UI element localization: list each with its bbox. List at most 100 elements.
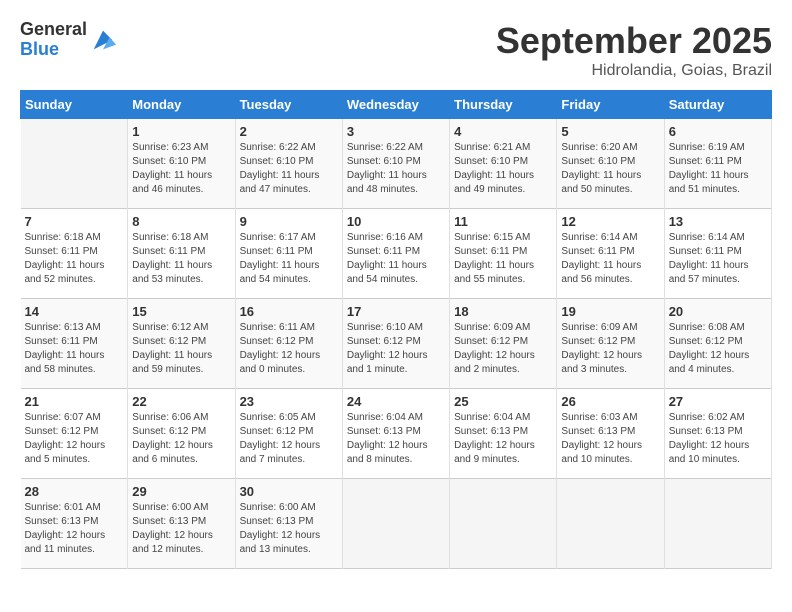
day-number: 7 — [25, 214, 124, 229]
day-number: 25 — [454, 394, 552, 409]
calendar-table: SundayMondayTuesdayWednesdayThursdayFrid… — [20, 90, 772, 569]
logo-general: General — [20, 20, 87, 40]
calendar-cell: 9 Sunrise: 6:17 AMSunset: 6:11 PMDaylight… — [235, 209, 342, 299]
day-info: Sunrise: 6:11 AMSunset: 6:12 PMDaylight:… — [240, 321, 338, 377]
calendar-cell: 4 Sunrise: 6:21 AMSunset: 6:10 PMDaylight… — [450, 119, 557, 209]
page-header: General Blue September 2025 Hidrolandia,… — [20, 20, 772, 80]
day-number: 24 — [347, 394, 445, 409]
day-number: 10 — [347, 214, 445, 229]
day-number: 12 — [561, 214, 659, 229]
title-block: September 2025 Hidrolandia, Goias, Brazi… — [496, 20, 772, 80]
logo: General Blue — [20, 20, 117, 60]
day-info: Sunrise: 6:17 AMSunset: 6:11 PMDaylight:… — [240, 231, 338, 287]
calendar-cell: 10Sunrise: 6:16 AMSunset: 6:11 PMDayligh… — [342, 209, 449, 299]
day-info: Sunrise: 6:03 AMSunset: 6:13 PMDaylight:… — [561, 411, 659, 467]
day-info: Sunrise: 6:20 AMSunset: 6:10 PMDaylight:… — [561, 141, 659, 197]
header-day: Thursday — [450, 91, 557, 119]
day-number: 23 — [240, 394, 338, 409]
calendar-cell — [557, 479, 664, 569]
day-number: 29 — [132, 484, 230, 499]
header-day: Monday — [128, 91, 235, 119]
calendar-cell: 22 Sunrise: 6:06 AMSunset: 6:12 PMDayligh… — [128, 389, 235, 479]
calendar-cell — [21, 119, 128, 209]
header-row: SundayMondayTuesdayWednesdayThursdayFrid… — [21, 91, 772, 119]
calendar-week-row: 21 Sunrise: 6:07 AMSunset: 6:12 PMDayligh… — [21, 389, 772, 479]
day-info: Sunrise: 6:07 AMSunset: 6:12 PMDaylight:… — [25, 411, 124, 467]
day-info: Sunrise: 6:21 AMSunset: 6:10 PMDaylight:… — [454, 141, 552, 197]
calendar-body: 1Sunrise: 6:23 AMSunset: 6:10 PMDaylight… — [21, 119, 772, 569]
calendar-cell — [664, 479, 771, 569]
day-number: 1 — [132, 124, 230, 139]
day-number: 14 — [25, 304, 124, 319]
calendar-cell: 18 Sunrise: 6:09 AMSunset: 6:12 PMDayligh… — [450, 299, 557, 389]
day-number: 4 — [454, 124, 552, 139]
calendar-cell: 14 Sunrise: 6:13 AMSunset: 6:11 PMDayligh… — [21, 299, 128, 389]
day-number: 21 — [25, 394, 124, 409]
day-number: 30 — [240, 484, 338, 499]
day-info: Sunrise: 6:18 AMSunset: 6:11 PMDaylight:… — [132, 231, 230, 287]
calendar-cell: 25 Sunrise: 6:04 AMSunset: 6:13 PMDayligh… — [450, 389, 557, 479]
day-number: 11 — [454, 214, 552, 229]
day-info: Sunrise: 6:00 AMSunset: 6:13 PMDaylight:… — [132, 501, 230, 557]
calendar-cell: 20Sunrise: 6:08 AMSunset: 6:12 PMDayligh… — [664, 299, 771, 389]
calendar-cell: 8 Sunrise: 6:18 AMSunset: 6:11 PMDaylight… — [128, 209, 235, 299]
calendar-week-row: 7 Sunrise: 6:18 AMSunset: 6:11 PMDaylight… — [21, 209, 772, 299]
day-info: Sunrise: 6:01 AMSunset: 6:13 PMDaylight:… — [25, 501, 124, 557]
header-day: Friday — [557, 91, 664, 119]
calendar-cell: 26 Sunrise: 6:03 AMSunset: 6:13 PMDayligh… — [557, 389, 664, 479]
calendar-week-row: 14 Sunrise: 6:13 AMSunset: 6:11 PMDayligh… — [21, 299, 772, 389]
day-info: Sunrise: 6:22 AMSunset: 6:10 PMDaylight:… — [347, 141, 445, 197]
day-number: 9 — [240, 214, 338, 229]
calendar-cell: 21 Sunrise: 6:07 AMSunset: 6:12 PMDayligh… — [21, 389, 128, 479]
day-info: Sunrise: 6:15 AMSunset: 6:11 PMDaylight:… — [454, 231, 552, 287]
header-day: Wednesday — [342, 91, 449, 119]
calendar-cell: 1Sunrise: 6:23 AMSunset: 6:10 PMDaylight… — [128, 119, 235, 209]
calendar-cell: 13 Sunrise: 6:14 AMSunset: 6:11 PMDayligh… — [664, 209, 771, 299]
day-number: 19 — [561, 304, 659, 319]
calendar-cell — [450, 479, 557, 569]
day-number: 20 — [669, 304, 767, 319]
day-number: 3 — [347, 124, 445, 139]
calendar-cell — [342, 479, 449, 569]
calendar-cell: 23Sunrise: 6:05 AMSunset: 6:12 PMDayligh… — [235, 389, 342, 479]
header-day: Saturday — [664, 91, 771, 119]
calendar-header: SundayMondayTuesdayWednesdayThursdayFrid… — [21, 91, 772, 119]
day-number: 18 — [454, 304, 552, 319]
day-number: 13 — [669, 214, 767, 229]
calendar-cell: 19 Sunrise: 6:09 AMSunset: 6:12 PMDayligh… — [557, 299, 664, 389]
day-number: 22 — [132, 394, 230, 409]
day-info: Sunrise: 6:06 AMSunset: 6:12 PMDaylight:… — [132, 411, 230, 467]
day-info: Sunrise: 6:14 AMSunset: 6:11 PMDaylight:… — [669, 231, 767, 287]
logo-text: General Blue — [20, 20, 87, 60]
day-info: Sunrise: 6:00 AMSunset: 6:13 PMDaylight:… — [240, 501, 338, 557]
calendar-cell: 3 Sunrise: 6:22 AMSunset: 6:10 PMDaylight… — [342, 119, 449, 209]
day-number: 16 — [240, 304, 338, 319]
month-title: September 2025 — [496, 20, 772, 62]
day-number: 17 — [347, 304, 445, 319]
day-info: Sunrise: 6:22 AMSunset: 6:10 PMDaylight:… — [240, 141, 338, 197]
day-number: 2 — [240, 124, 338, 139]
location: Hidrolandia, Goias, Brazil — [496, 62, 772, 80]
calendar-cell: 6Sunrise: 6:19 AMSunset: 6:11 PMDaylight… — [664, 119, 771, 209]
day-info: Sunrise: 6:12 AMSunset: 6:12 PMDaylight:… — [132, 321, 230, 377]
calendar-week-row: 1Sunrise: 6:23 AMSunset: 6:10 PMDaylight… — [21, 119, 772, 209]
logo-icon — [89, 26, 117, 54]
calendar-cell: 12 Sunrise: 6:14 AMSunset: 6:11 PMDayligh… — [557, 209, 664, 299]
calendar-cell: 28 Sunrise: 6:01 AMSunset: 6:13 PMDayligh… — [21, 479, 128, 569]
calendar-cell: 11 Sunrise: 6:15 AMSunset: 6:11 PMDayligh… — [450, 209, 557, 299]
day-info: Sunrise: 6:02 AMSunset: 6:13 PMDaylight:… — [669, 411, 767, 467]
day-info: Sunrise: 6:09 AMSunset: 6:12 PMDaylight:… — [454, 321, 552, 377]
header-day: Tuesday — [235, 91, 342, 119]
day-info: Sunrise: 6:10 AMSunset: 6:12 PMDaylight:… — [347, 321, 445, 377]
day-number: 26 — [561, 394, 659, 409]
day-info: Sunrise: 6:13 AMSunset: 6:11 PMDaylight:… — [25, 321, 124, 377]
day-number: 28 — [25, 484, 124, 499]
day-info: Sunrise: 6:09 AMSunset: 6:12 PMDaylight:… — [561, 321, 659, 377]
calendar-cell: 7Sunrise: 6:18 AMSunset: 6:11 PMDaylight… — [21, 209, 128, 299]
day-info: Sunrise: 6:14 AMSunset: 6:11 PMDaylight:… — [561, 231, 659, 287]
calendar-cell: 15Sunrise: 6:12 AMSunset: 6:12 PMDayligh… — [128, 299, 235, 389]
day-info: Sunrise: 6:04 AMSunset: 6:13 PMDaylight:… — [347, 411, 445, 467]
day-number: 8 — [132, 214, 230, 229]
calendar-cell: 29 Sunrise: 6:00 AMSunset: 6:13 PMDayligh… — [128, 479, 235, 569]
day-info: Sunrise: 6:04 AMSunset: 6:13 PMDaylight:… — [454, 411, 552, 467]
